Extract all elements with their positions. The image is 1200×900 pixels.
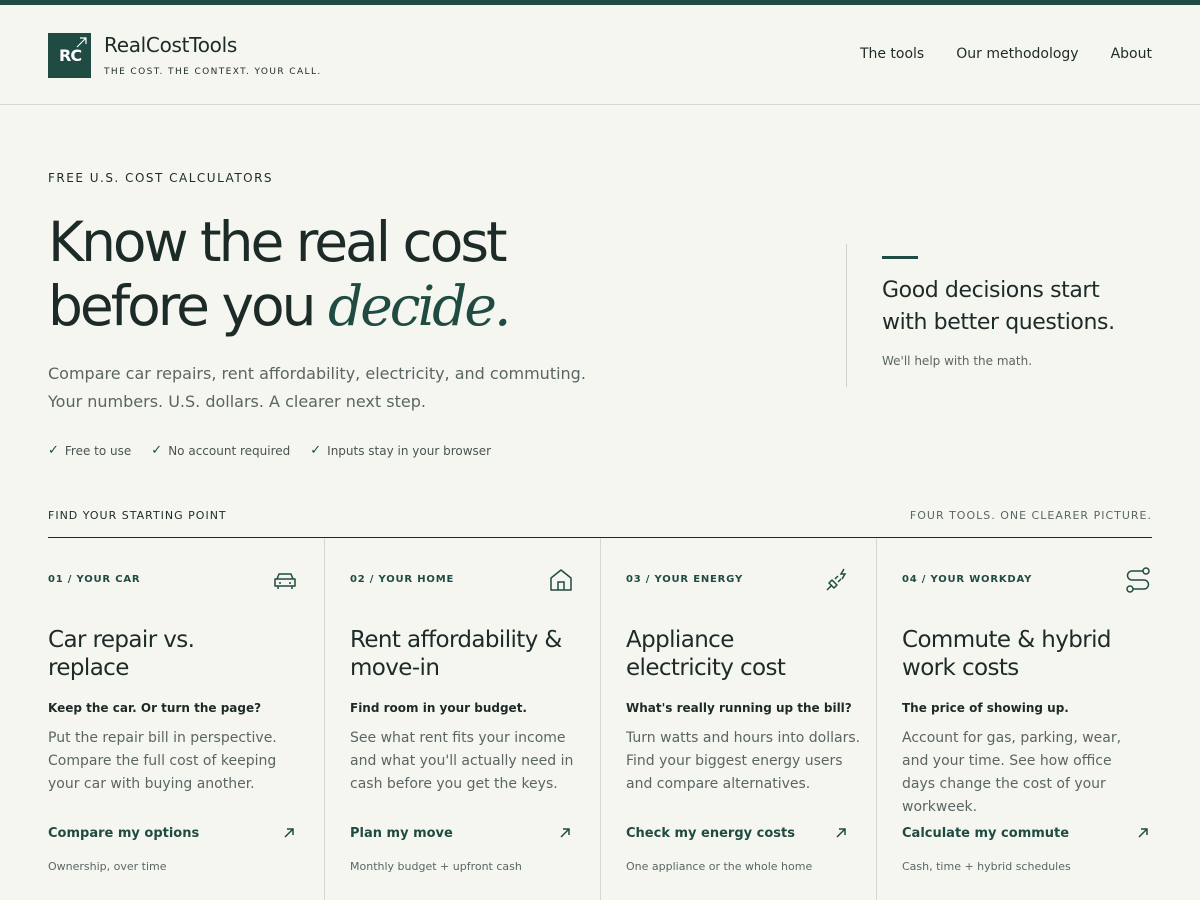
check-label: Free to use [64,443,132,458]
tool-card-home[interactable]: 02 / YOUR HOME Rent affordability & move… [324,538,601,900]
arrow-up-right-icon[interactable] [834,826,848,840]
card-description: Account for gas, parking, wear, and your… [902,730,1122,815]
card-footnote: Ownership, over time [48,860,167,873]
card-lead: The price of showing up. [902,701,1069,715]
card-title-line-2: work costs [902,655,1019,681]
arrow-up-right-icon[interactable] [558,826,572,840]
aside-note: We'll help with the math. [882,354,1033,368]
nav-link-about[interactable]: About [1111,46,1152,62]
headline-emphasis: decide. [328,274,511,338]
site-header: RC RealCostTools THE COST. THE CONTEXT. … [0,5,1200,105]
card-title-line-1: Car repair vs. [48,627,195,653]
arrow-up-right-icon[interactable] [1136,826,1150,840]
hero-headline: Know the real cost before you decide. [48,210,511,338]
tool-card-energy[interactable]: 03 / YOUR ENERGY Appliance electricity c… [600,538,877,900]
plug-icon [826,568,847,591]
home-icon [550,569,572,591]
logo-initials: RC [59,46,82,65]
arrow-up-right-icon[interactable] [282,826,296,840]
card-description: Turn watts and hours into dollars. Find … [626,730,861,792]
card-title-line-2: replace [48,655,129,681]
aside-rule [882,256,918,259]
check-label: No account required [168,443,291,458]
card-title-line-1: Commute & hybrid [902,627,1111,653]
hero-eyebrow: FREE U.S. COST CALCULATORS [48,171,274,185]
check-item: ✓ No account required [151,443,290,458]
car-icon [274,573,296,589]
card-title: Appliance electricity cost [626,626,866,682]
card-footnote: One appliance or the whole home [626,860,813,873]
check-label: Inputs stay in your browser [327,443,492,458]
route-icon [1126,567,1150,593]
card-title-line-2: electricity cost [626,655,786,681]
tool-card-workday[interactable]: 04 / YOUR WORKDAY Commute & hybrid work … [876,538,1152,900]
hero-subtitle-line-1: Compare car repairs, rent affordability,… [48,364,586,383]
check-item: ✓ Free to use [48,443,131,458]
card-title-line-1: Rent affordability & [350,627,562,653]
card-title: Car repair vs. replace [48,626,288,682]
card-description: Put the repair bill in perspective. Comp… [48,730,277,792]
check-icon: ✓ [151,443,163,458]
hero-subtitle: Compare car repairs, rent affordability,… [48,360,648,416]
card-lead: Keep the car. Or turn the page? [48,701,262,715]
compare-options-link[interactable]: Compare my options [48,826,199,841]
feature-checks: ✓ Free to use ✓ No account required ✓ In… [48,443,491,458]
aside-quote-line-2: with better questions. [882,310,1115,335]
brand-name[interactable]: RealCostTools [104,33,237,57]
main-nav: The tools Our methodology About [860,46,1152,62]
nav-link-tools[interactable]: The tools [860,46,924,62]
card-description: See what rent fits your income and what … [350,730,574,792]
card-number: 01 / YOUR CAR [48,574,141,585]
nav-link-methodology[interactable]: Our methodology [956,46,1078,62]
logo-mark[interactable]: RC [48,33,91,78]
check-energy-link[interactable]: Check my energy costs [626,826,795,841]
headline-line-2: before you [48,274,329,338]
headline-line-1: Know the real cost [48,210,508,274]
hero-aside: Good decisions start with better questio… [846,244,1153,387]
check-item: ✓ Inputs stay in your browser [310,443,491,458]
check-icon: ✓ [310,443,322,458]
card-lead: What's really running up the bill? [626,701,852,715]
arrow-up-right-icon [76,37,87,48]
card-footnote: Cash, time + hybrid schedules [902,860,1071,873]
card-title-line-2: move-in [350,655,440,681]
card-title-line-1: Appliance [626,627,734,653]
card-number: 03 / YOUR ENERGY [626,574,743,585]
brand-tagline: THE COST. THE CONTEXT. YOUR CALL. [104,67,322,77]
calculate-commute-link[interactable]: Calculate my commute [902,826,1069,841]
aside-quote-line-1: Good decisions start [882,278,1100,303]
plan-move-link[interactable]: Plan my move [350,826,453,841]
card-number: 04 / YOUR WORKDAY [902,574,1033,585]
card-number: 02 / YOUR HOME [350,574,455,585]
aside-quote: Good decisions start with better questio… [882,275,1152,339]
hero-subtitle-line-2: Your numbers. U.S. dollars. A clearer ne… [48,392,426,411]
section-right-label: FOUR TOOLS. ONE CLEARER PICTURE. [909,509,1152,522]
card-lead: Find room in your budget. [350,701,527,715]
section-label: FIND YOUR STARTING POINT [48,509,227,522]
card-footnote: Monthly budget + upfront cash [350,860,522,873]
card-title: Rent affordability & move-in [350,626,590,682]
card-title: Commute & hybrid work costs [902,626,1142,682]
tool-card-car[interactable]: 01 / YOUR CAR Car repair vs. replace Kee… [48,538,325,900]
check-icon: ✓ [48,443,59,458]
